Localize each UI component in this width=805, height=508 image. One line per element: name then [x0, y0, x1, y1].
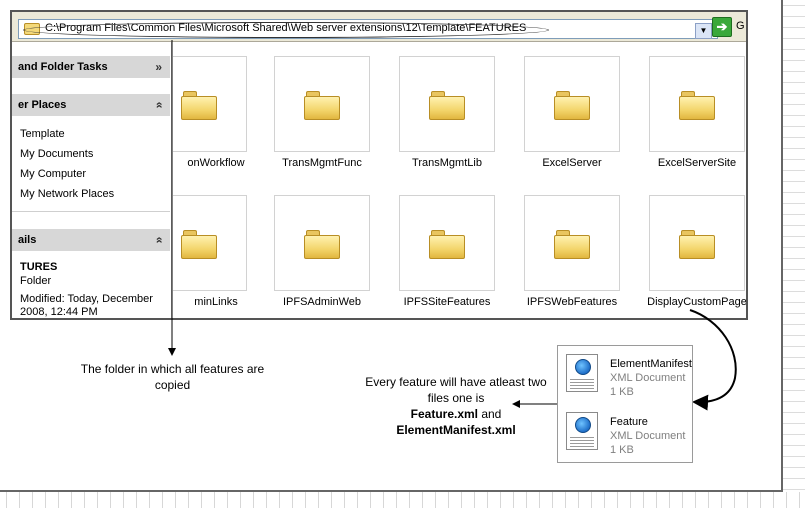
address-highlight-oval: [23, 22, 549, 38]
file-name[interactable]: Feature: [610, 416, 648, 428]
file-size: 1 KB: [610, 386, 634, 398]
folder-annotation: The folder in which all features are cop…: [70, 361, 275, 393]
folder-label[interactable]: IPFSSiteFeatures: [382, 296, 512, 308]
folder-icon: [181, 230, 219, 260]
folder-icon: [679, 230, 717, 260]
file-size: 1 KB: [610, 444, 634, 456]
folder-icon: [304, 230, 342, 260]
file-name[interactable]: ElementManifest: [610, 358, 692, 370]
file-type: XML Document: [610, 430, 686, 442]
folder-view: onWorkflow TransMgmtFunc TransMgmtLib Ex…: [173, 42, 746, 318]
feature-annotation: Every feature will have atleast two file…: [348, 374, 564, 438]
feature-annotation-line3: Feature.xml and: [348, 406, 564, 422]
details-modified: Modified: Today, December: [20, 293, 153, 305]
chevron-up-icon[interactable]: »: [148, 237, 170, 244]
address-input[interactable]: C:\Program Files\Common Files\Microsoft …: [18, 19, 718, 39]
folder-tile[interactable]: [274, 195, 370, 291]
explorer-window: C:\Program Files\Common Files\Microsoft …: [10, 10, 748, 320]
place-link-template[interactable]: Template: [20, 128, 65, 140]
folder-tile[interactable]: [173, 195, 247, 291]
folder-tile[interactable]: [399, 56, 495, 152]
folder-icon: [304, 91, 342, 121]
feature-annotation-line2: files one is: [427, 391, 485, 405]
details-type: Folder: [20, 275, 52, 287]
details-panel: TURES Folder Modified: Today, December 2…: [12, 251, 170, 318]
chevron-up-icon[interactable]: »: [148, 102, 170, 109]
folder-label[interactable]: IPFSAdminWeb: [257, 296, 387, 308]
folder-tile[interactable]: [649, 195, 745, 291]
folder-label[interactable]: TransMgmtLib: [382, 157, 512, 169]
folder-label[interactable]: DisplayCustomPage: [632, 296, 746, 308]
feature-annotation-line1: Every feature will have atleast two: [365, 375, 547, 389]
feature-annotation-and: and: [478, 407, 502, 421]
place-link-my-computer[interactable]: My Computer: [20, 168, 86, 180]
address-bar: C:\Program Files\Common Files\Microsoft …: [12, 12, 746, 42]
go-arrow-icon[interactable]: ➔: [712, 17, 732, 37]
place-link-my-network-places[interactable]: My Network Places: [20, 188, 114, 200]
xml-document-icon[interactable]: [566, 354, 598, 392]
folder-icon: [554, 91, 592, 121]
details-title: ails: [18, 234, 37, 246]
folder-tile[interactable]: [649, 56, 745, 152]
folder-label[interactable]: ExcelServer: [507, 157, 637, 169]
folder-tile[interactable]: [399, 195, 495, 291]
task-pane: and Folder Tasks » er Places » Template …: [12, 42, 172, 318]
other-places-header[interactable]: er Places »: [12, 94, 170, 116]
folder-icon: [429, 230, 467, 260]
file-type: XML Document: [610, 372, 686, 384]
folder-tile[interactable]: [524, 56, 620, 152]
folder-label[interactable]: TransMgmtFunc: [257, 157, 387, 169]
folder-tile[interactable]: [173, 56, 247, 152]
details-header[interactable]: ails »: [12, 229, 170, 251]
other-places-title: er Places: [18, 99, 67, 111]
chevron-down-icon[interactable]: ▼: [695, 23, 712, 39]
chevron-down-icon[interactable]: »: [155, 56, 162, 78]
folder-icon: [554, 230, 592, 260]
torn-edge-bottom: [0, 492, 805, 508]
folder-icon: [679, 91, 717, 121]
details-modified-date: 2008, 12:44 PM: [20, 306, 98, 318]
folder-label[interactable]: IPFSWebFeatures: [507, 296, 637, 308]
file-folder-tasks-header[interactable]: and Folder Tasks »: [12, 56, 170, 78]
file-folder-tasks-title: and Folder Tasks: [18, 61, 108, 73]
xml-document-icon[interactable]: [566, 412, 598, 450]
folder-icon: [181, 91, 219, 121]
folder-icon: [429, 91, 467, 121]
other-places-list: Template My Documents My Computer My Net…: [12, 116, 170, 212]
place-link-my-documents[interactable]: My Documents: [20, 148, 93, 160]
torn-edge-right: [783, 0, 805, 508]
details-name: TURES: [20, 261, 58, 273]
feature-annotation-line4: ElementManifest.xml: [396, 423, 516, 437]
folder-annotation-line1: The folder in which all features are: [80, 362, 265, 376]
folder-label[interactable]: ExcelServerSite: [632, 157, 746, 169]
folder-tile[interactable]: [274, 56, 370, 152]
feature-xml-name: Feature.xml: [410, 407, 478, 421]
go-label[interactable]: G: [736, 20, 745, 32]
folder-annotation-line2: copied: [154, 378, 191, 392]
feature-files-panel: ElementManifest XML Document 1 KB Featur…: [557, 345, 693, 463]
folder-tile[interactable]: [524, 195, 620, 291]
